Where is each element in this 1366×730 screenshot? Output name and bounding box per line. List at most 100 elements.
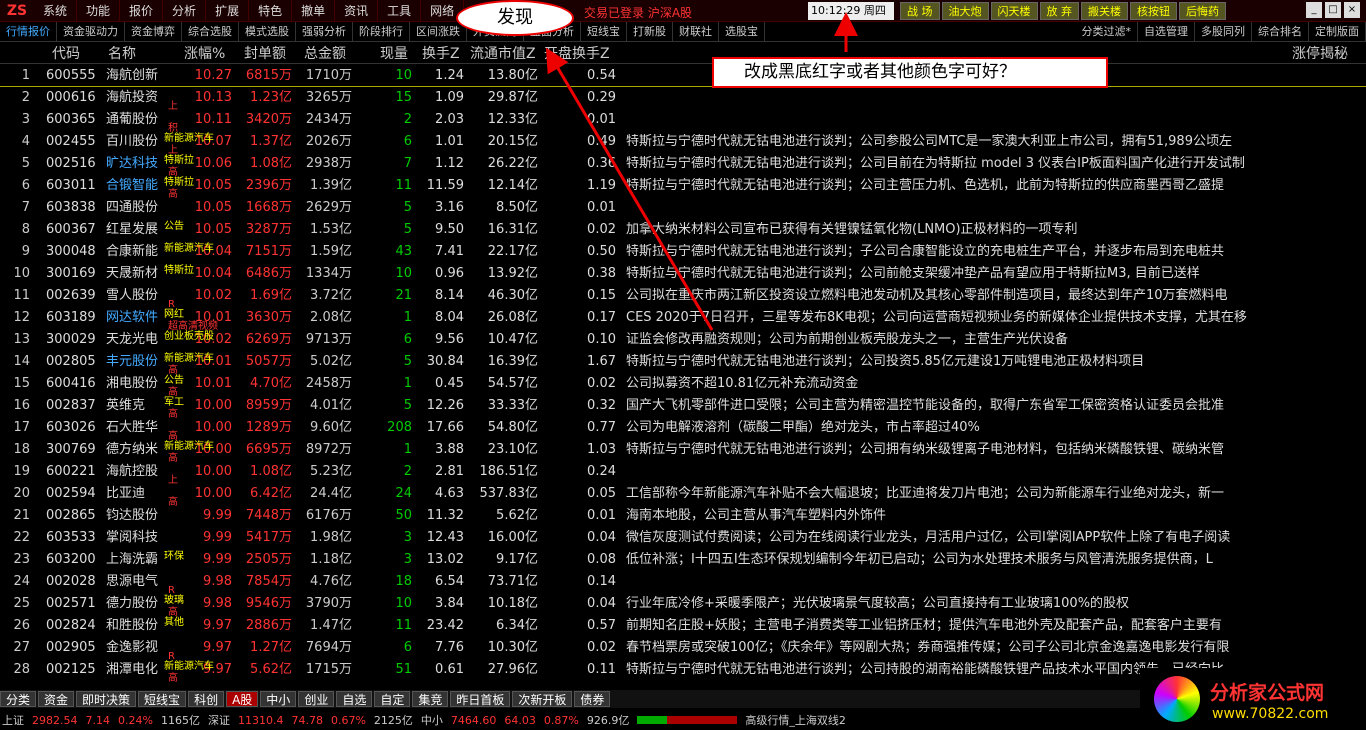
quick-button[interactable]: 油大炮 <box>941 2 989 20</box>
table-row[interactable]: 13 300029 天龙光电 10.02 6269万 9713万 6 9.56 10.47亿 0.… <box>0 329 1366 351</box>
tab-2[interactable]: 资金博弈 <box>125 21 182 42</box>
footer-tab[interactable]: 资金 <box>38 691 75 707</box>
table-row[interactable]: 11 002639 雪人股份 10.02 1.69亿 3.72亿 21 8.14 46.30亿 0… <box>0 285 1366 310</box>
stock-code: 002028 <box>46 574 96 589</box>
col-vol[interactable]: 现量 <box>380 43 408 63</box>
table-row[interactable]: 12 603189 网达软件 10.01 3630万 2.08亿 1 8.04 26.08亿 0.… <box>0 307 1366 332</box>
footer-tab[interactable]: 中小 <box>260 691 297 707</box>
table-row[interactable]: 2 000616 海航投资 10.13 1.23亿 3265万 15 1.09 29.87亿 0.… <box>0 87 1366 112</box>
table-row[interactable]: 19 600221 海航控股 10.00 1.08亿 5.23亿 2 2.81 186.51亿 0… <box>0 461 1366 486</box>
stock-code: 002905 <box>46 640 96 655</box>
col-turn[interactable]: 换手Z <box>422 43 460 63</box>
tab-right-1[interactable]: 自选管理 <box>1138 22 1195 42</box>
col-code[interactable]: 代码 <box>52 43 80 63</box>
col-seal[interactable]: 封单额 <box>244 43 286 63</box>
table-row[interactable]: 20 002594 比亚迪 10.00 6.42亿 24.4亿 24 4.63 537.83亿 0… <box>0 483 1366 508</box>
footer-tab[interactable]: 即时决策 <box>76 691 137 707</box>
quick-button[interactable]: 核按钮 <box>1130 2 1177 20</box>
table-row[interactable]: 18 300769 德方纳米 10.00 6695万 8972万 1 3.88 23.10亿 1.… <box>0 439 1366 464</box>
watermark-title: 分析家公式网 <box>1210 682 1325 704</box>
table-row[interactable]: 23 603200 上海洗霸 9.99 2505万 1.18亿 3 13.02 9.17亿 0.0… <box>0 549 1366 571</box>
quick-button[interactable]: 战 场 <box>900 2 940 20</box>
tab-0[interactable]: 行情报价 <box>0 21 57 42</box>
col-name[interactable]: 名称 <box>108 43 136 63</box>
stock-name: 海航创新 <box>106 68 159 83</box>
footer-tab[interactable]: 创业 <box>298 691 335 707</box>
maximize-icon[interactable]: □ <box>1325 2 1341 18</box>
menu-item[interactable]: 扩展 <box>206 0 250 22</box>
quick-button[interactable]: 闪天楼 <box>990 2 1038 20</box>
menu-item[interactable]: 资讯 <box>335 0 379 22</box>
footer-tab[interactable]: 昨日首板 <box>450 691 511 707</box>
table-row[interactable]: 17 603026 石大胜华 10.00 1289万 9.60亿 208 17.66 54.80… <box>0 417 1366 442</box>
sz-pct: 0.67% <box>330 713 366 727</box>
table-row[interactable]: 22 603533 掌阅科技 9.99 5417万 1.98亿 3 12.43 16.00亿 0.… <box>0 527 1366 549</box>
table-row[interactable]: 27 002905 金逸影视 9.97 1.27亿 7694万 6 7.76 10.30亿 0.0… <box>0 637 1366 662</box>
quick-button[interactable]: 放 弃 <box>1039 2 1079 20</box>
tab-right-3[interactable]: 综合排名 <box>1252 22 1309 42</box>
tab-6[interactable]: 阶段排行 <box>353 21 410 42</box>
table-row[interactable]: 14 002805 丰元股份 10.01 5057万 5.02亿 5 30.84 16.39亿 1… <box>0 351 1366 376</box>
col-amt[interactable]: 总金额 <box>304 43 346 63</box>
table-row[interactable]: 4 002455 百川股份 10.07 1.37亿 2026万 6 1.01 20.15亿 0.4… <box>0 131 1366 156</box>
tab-12[interactable]: 财联社 <box>673 21 719 42</box>
seal-amount: 5057万 <box>245 354 292 369</box>
menu-item[interactable]: 特色 <box>249 0 293 22</box>
quick-button[interactable]: 后悔药 <box>1179 2 1226 20</box>
footer-tab[interactable]: 集竞 <box>412 691 449 707</box>
table-row[interactable]: 16 002837 英维克 10.00 8959万 4.01亿 5 12.26 33.33亿 0.… <box>0 395 1366 420</box>
footer-tab[interactable]: 科创 <box>188 691 225 707</box>
footer-tab[interactable]: A股 <box>226 691 259 707</box>
table-row[interactable]: 3 600365 通葡股份 10.11 3420万 2434万 2 2.03 12.33亿 0.0… <box>0 109 1366 134</box>
table-row[interactable]: 5 002516 旷达科技 10.06 1.08亿 2938万 7 1.12 26.22亿 0.3… <box>0 153 1366 178</box>
tab-4[interactable]: 模式选股 <box>239 21 296 42</box>
footer-tab[interactable]: 分类 <box>0 691 37 707</box>
table-row[interactable]: 24 002028 思源电气 9.98 7854万 4.76亿 18 6.54 73.71亿 0.… <box>0 571 1366 596</box>
tab-right-2[interactable]: 多股同列 <box>1195 22 1252 42</box>
menu-item[interactable]: 工具 <box>378 0 422 22</box>
col-open[interactable]: 开盘换手Z <box>544 43 610 63</box>
close-icon[interactable]: × <box>1344 2 1360 18</box>
table-row[interactable]: 21 002865 钧达股份 9.99 7448万 6176万 50 11.32 5.62亿 0.… <box>0 505 1366 527</box>
menu-item[interactable]: 系统 <box>34 0 78 22</box>
footer-tab[interactable]: 短线宝 <box>138 691 187 707</box>
col-note[interactable]: 涨停揭秘 <box>1292 43 1348 63</box>
sz-amount: 2125亿 <box>373 714 413 727</box>
tab-10[interactable]: 短线宝 <box>581 21 627 42</box>
tab-3[interactable]: 综合选股 <box>182 21 239 42</box>
annotation-box: 改成黑底红字或者其他颜色字可好？ <box>712 57 1108 88</box>
tab-1[interactable]: 资金驱动力 <box>57 21 125 42</box>
tab-13[interactable]: 选股宝 <box>719 21 765 42</box>
footer-tab[interactable]: 自定 <box>374 691 411 707</box>
menu-item[interactable]: 功能 <box>77 0 121 22</box>
quick-button[interactable]: 搬关楼 <box>1081 2 1128 20</box>
footer-tab[interactable]: 次新开板 <box>512 691 573 707</box>
footer-tab[interactable]: 债券 <box>574 691 611 707</box>
table-row[interactable]: 6 603011 合锻智能 10.05 2396万 1.39亿 11 11.59 12.14亿 1… <box>0 175 1366 200</box>
float-mcap: 6.34亿 <box>496 618 538 633</box>
tab-right-0[interactable]: 分类过滤* <box>1076 22 1138 42</box>
col-mcap[interactable]: 流通市值Z <box>470 43 536 63</box>
menu-item[interactable]: 报价 <box>120 0 164 22</box>
menu-item[interactable]: 撤单 <box>292 0 336 22</box>
tab-5[interactable]: 强弱分析 <box>296 21 353 42</box>
stock-code: 603838 <box>46 200 96 215</box>
footer-tab[interactable]: 自选 <box>336 691 373 707</box>
sh-value: 2982.54 <box>32 713 78 727</box>
menu-item[interactable]: 分析 <box>163 0 207 22</box>
table-row[interactable]: 1 600555 海航创新 10.27 6815万 1710万 10 1.24 13.80亿 0.… <box>0 65 1366 87</box>
col-pct[interactable]: 涨幅% <box>184 43 225 63</box>
table-row[interactable]: 9 300048 合康新能 10.04 7151万 1.59亿 43 7.41 22.17亿 0.… <box>0 241 1366 263</box>
tab-right-4[interactable]: 定制版面 <box>1309 22 1366 42</box>
table-row[interactable]: 25 002571 德力股份 9.98 9546万 3790万 10 3.84 10.18亿 0.… <box>0 593 1366 618</box>
table-row[interactable]: 8 600367 红星发展 10.05 3287万 1.53亿 5 9.50 16.31亿 0.0… <box>0 219 1366 241</box>
minimize-icon[interactable]: _ <box>1306 2 1322 18</box>
table-row[interactable]: 7 603838 四通股份 10.05 1668万 2629万 5 3.16 8.50亿 0.01 <box>0 197 1366 219</box>
table-row[interactable]: 15 600416 湘电股份 10.01 4.70亿 2458万 1 0.45 54.57亿 0.… <box>0 373 1366 398</box>
current-volume: 21 <box>395 288 412 303</box>
stock-code: 600221 <box>46 464 96 479</box>
table-row[interactable]: 10 300169 天晟新材 10.04 6486万 1334万 10 0.96 13.92亿 0… <box>0 263 1366 285</box>
tab-7[interactable]: 区间涨跌 <box>410 21 467 42</box>
table-row[interactable]: 26 002824 和胜股份 9.97 2886万 1.47亿 11 23.42 6.34亿 0.… <box>0 615 1366 637</box>
tab-11[interactable]: 打新股 <box>627 21 673 42</box>
